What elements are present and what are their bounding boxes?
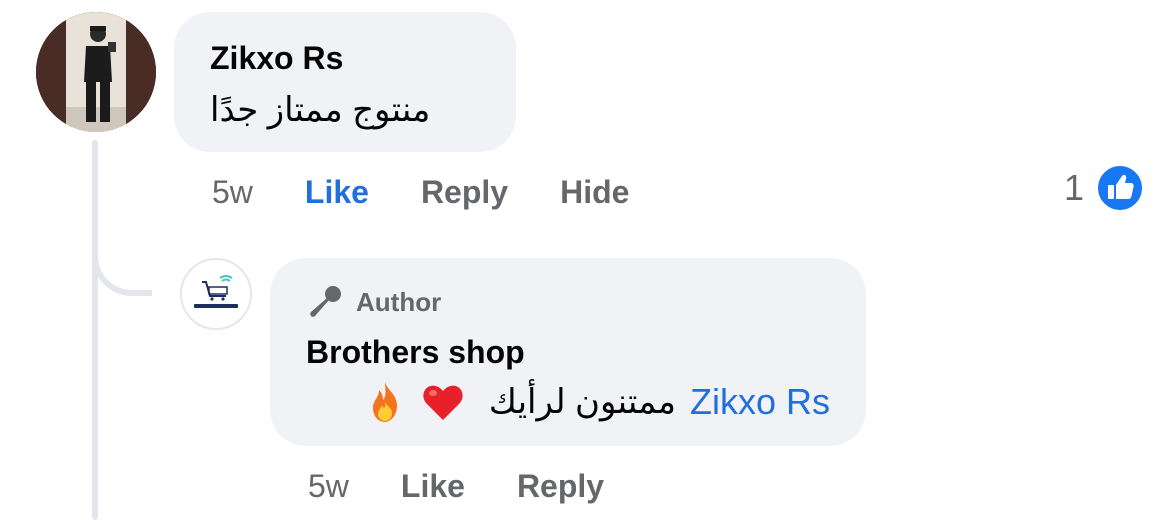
user-photo [36, 12, 156, 132]
reply-like-button[interactable]: Like [401, 468, 465, 505]
reaction-summary[interactable]: 1 [1064, 164, 1145, 212]
author-badge-label: Author [356, 286, 442, 317]
comment-actions: 5w Like Reply Hide [212, 170, 681, 214]
hide-button[interactable]: Hide [560, 174, 629, 211]
shop-logo [182, 260, 250, 328]
reply-button[interactable]: Reply [421, 174, 508, 211]
reply-message: ممتنون لرأيك [488, 383, 676, 421]
shop-avatar[interactable] [180, 258, 252, 330]
reply-actions: 5w Like Reply [308, 464, 656, 508]
reply-timestamp[interactable]: 5w [308, 468, 349, 505]
microphone-icon [310, 286, 341, 317]
reaction-count: 1 [1064, 167, 1085, 208]
heart-emoji [423, 385, 463, 420]
reply-bubble: Author Brothers shop ممتنون لرأيك Zikxo … [270, 258, 866, 446]
comment-timestamp[interactable]: 5w [212, 174, 253, 211]
author-badge: Author [306, 282, 830, 322]
reply-author-name[interactable]: Brothers shop [306, 332, 830, 372]
fire-emoji [372, 382, 397, 422]
like-reaction-icon [1096, 164, 1145, 212]
reply-reply-button[interactable]: Reply [517, 468, 604, 505]
comment-author-name[interactable]: Zikxo Rs [210, 38, 480, 78]
comment-bubble: Zikxo Rs منتوج ممتاز جدًا [174, 12, 516, 152]
reply-connector [92, 200, 152, 296]
reply-text: ممتنون لرأيك Zikxo Rs [306, 378, 830, 426]
user-avatar[interactable] [36, 12, 156, 132]
thread-line [92, 140, 98, 520]
comment-text: منتوج ممتاز جدًا [210, 91, 431, 129]
like-button[interactable]: Like [305, 174, 369, 211]
mention-link[interactable]: Zikxo Rs [690, 381, 830, 423]
